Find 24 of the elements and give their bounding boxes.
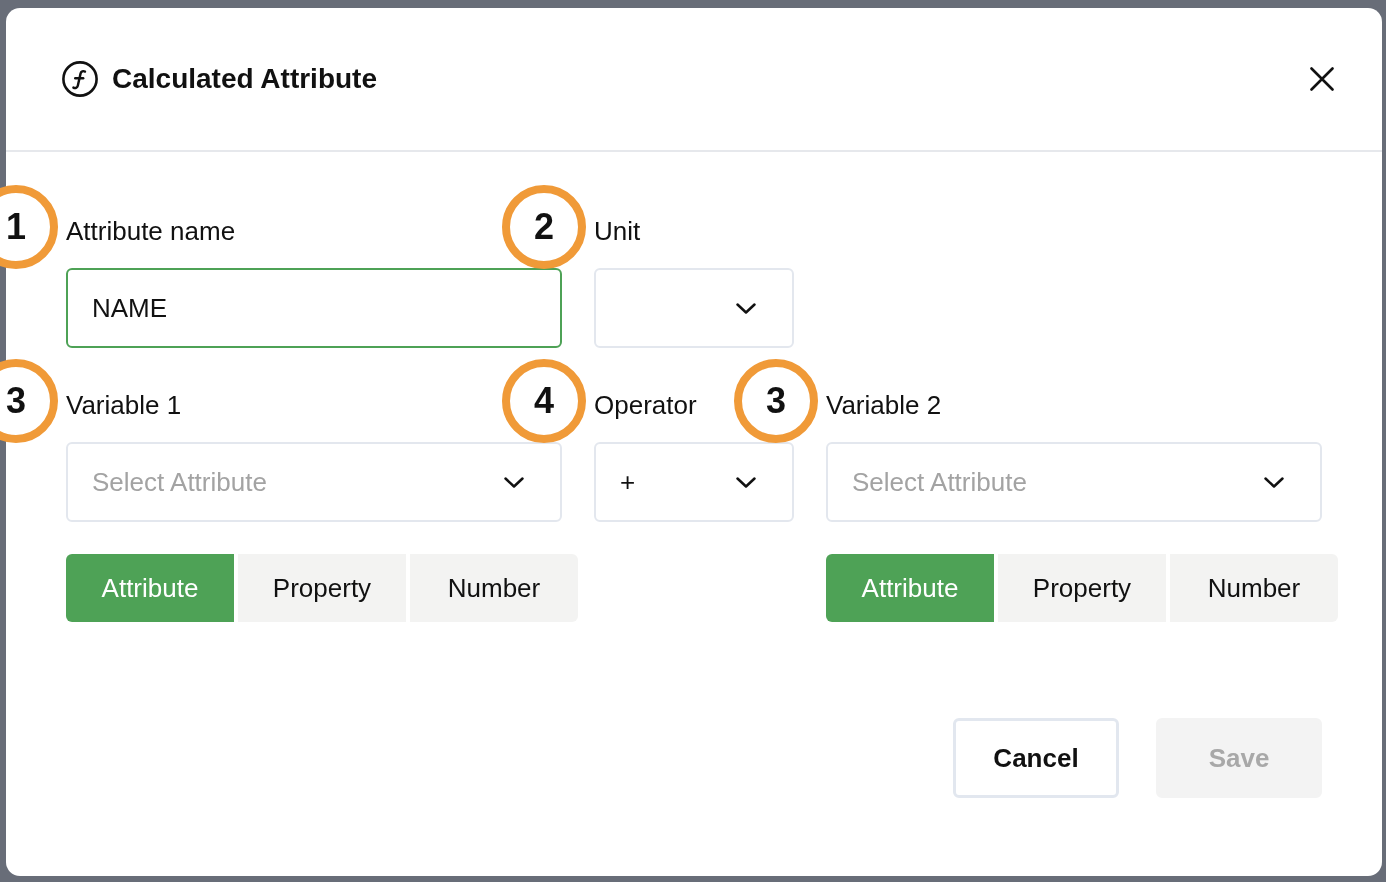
number-callout: 1	[0, 185, 58, 269]
segment-button[interactable]: Property	[998, 554, 1166, 622]
field-label: Unit	[594, 215, 641, 247]
dialog-title: Calculated Attribute	[112, 62, 378, 96]
close-icon[interactable]	[1310, 67, 1334, 91]
number-callout: 3	[734, 359, 818, 443]
dropdown-select[interactable]: +	[594, 442, 794, 522]
text-input[interactable]: NAME	[66, 268, 562, 348]
action-button[interactable]: Cancel	[953, 718, 1119, 798]
segment-button[interactable]: Number	[1170, 554, 1338, 622]
segment-button[interactable]: Number	[410, 554, 578, 622]
number-callout: 2	[502, 185, 586, 269]
chevron-down-icon	[736, 302, 756, 314]
field-label: Variable 2	[826, 389, 942, 421]
number-callout: 3	[0, 359, 58, 443]
segment-button[interactable]: Property	[238, 554, 406, 622]
field-label: Variable 1	[66, 389, 182, 421]
field-label: Operator	[594, 389, 697, 421]
number-callout: 4	[502, 359, 586, 443]
field-label: Attribute name	[66, 215, 236, 247]
chevron-down-icon	[1264, 476, 1284, 488]
chevron-down-icon	[504, 476, 524, 488]
function-icon	[62, 61, 98, 97]
chevron-down-icon	[736, 476, 756, 488]
